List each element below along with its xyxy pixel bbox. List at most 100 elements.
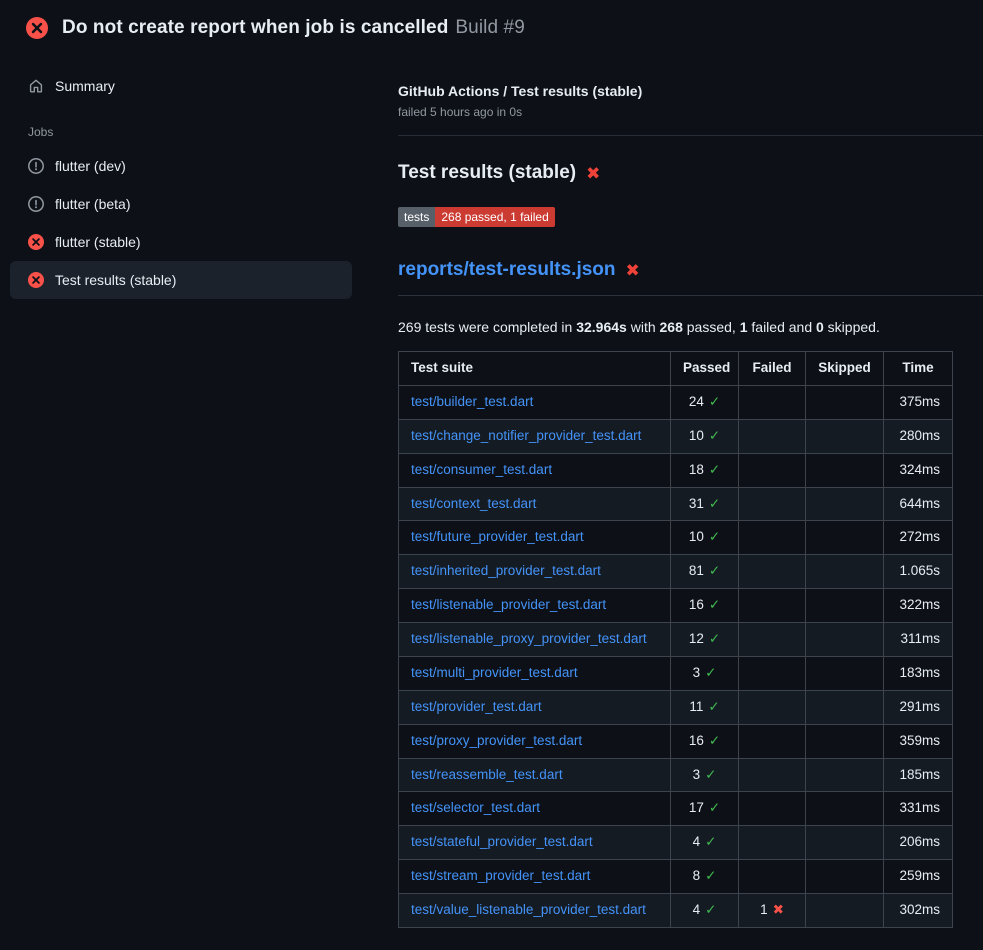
failed-cell: [739, 521, 806, 555]
sidebar-item-test-results-stable[interactable]: Test results (stable): [10, 261, 352, 299]
failed-cell: [739, 656, 806, 690]
failed-cell: [739, 826, 806, 860]
time-cell: 259ms: [884, 860, 953, 894]
run-status-text: failed 5 hours ago in 0s: [398, 105, 952, 119]
check-icon: ✓: [705, 868, 716, 883]
test-suite-link[interactable]: test/future_provider_test.dart: [411, 529, 584, 544]
sidebar-item-flutter-dev[interactable]: flutter (dev): [10, 147, 352, 185]
check-icon: ✓: [709, 631, 720, 646]
skipped-cell: [806, 894, 884, 928]
check-icon: ✓: [709, 394, 720, 409]
suite-cell: test/listenable_provider_test.dart: [399, 589, 671, 623]
report-file-link[interactable]: reports/test-results.json: [398, 259, 616, 281]
skipped-cell: [806, 656, 884, 690]
passed-cell: 4✓: [671, 894, 739, 928]
sidebar-item-flutter-beta[interactable]: flutter (beta): [10, 185, 352, 223]
summary-text-segment: 269 tests were completed in: [398, 319, 576, 335]
test-suite-link[interactable]: test/inherited_provider_test.dart: [411, 563, 601, 578]
passed-cell: 3✓: [671, 758, 739, 792]
test-suite-link[interactable]: test/context_test.dart: [411, 496, 536, 511]
time-cell: 183ms: [884, 656, 953, 690]
test-suite-link[interactable]: test/stateful_provider_test.dart: [411, 834, 593, 849]
check-icon: ✓: [705, 665, 716, 680]
check-icon: ✓: [705, 902, 716, 917]
summary-text-segment: 0: [816, 319, 824, 335]
skipped-cell: [806, 860, 884, 894]
test-suite-link[interactable]: test/builder_test.dart: [411, 394, 533, 409]
table-row: test/change_notifier_provider_test.dart1…: [399, 419, 953, 453]
skipped-cell: [806, 792, 884, 826]
table-row: test/listenable_provider_test.dart16✓322…: [399, 589, 953, 623]
check-icon: ✓: [709, 800, 720, 815]
test-suite-link[interactable]: test/listenable_proxy_provider_test.dart: [411, 631, 647, 646]
time-cell: 291ms: [884, 690, 953, 724]
test-suite-link[interactable]: test/change_notifier_provider_test.dart: [411, 428, 641, 443]
suite-cell: test/context_test.dart: [399, 487, 671, 521]
suite-cell: test/reassemble_test.dart: [399, 758, 671, 792]
section-divider: [398, 135, 983, 136]
time-cell: 375ms: [884, 385, 953, 419]
failed-cell: [739, 453, 806, 487]
check-icon: ✓: [709, 496, 720, 511]
time-cell: 302ms: [884, 894, 953, 928]
time-cell: 322ms: [884, 589, 953, 623]
test-suite-link[interactable]: test/stream_provider_test.dart: [411, 868, 590, 883]
failed-cell: [739, 419, 806, 453]
page-title: Do not create report when job is cancell…: [62, 17, 525, 39]
check-icon: ✓: [705, 834, 716, 849]
failed-cell: [739, 589, 806, 623]
test-suite-link[interactable]: test/consumer_test.dart: [411, 462, 552, 477]
app-header: Do not create report when job is cancell…: [0, 0, 983, 51]
sidebar-item-summary[interactable]: Summary: [10, 67, 352, 105]
table-row: test/context_test.dart31✓644ms: [399, 487, 953, 521]
check-icon: ✓: [709, 597, 720, 612]
test-suite-link[interactable]: test/value_listenable_provider_test.dart: [411, 902, 646, 917]
jobs-section-label: Jobs: [10, 105, 352, 147]
x-circle-icon: [28, 272, 44, 288]
suite-cell: test/multi_provider_test.dart: [399, 656, 671, 690]
passed-count: 3: [693, 665, 701, 680]
passed-cell: 10✓: [671, 521, 739, 555]
table-row: test/stream_provider_test.dart8✓259ms: [399, 860, 953, 894]
table-row: test/proxy_provider_test.dart16✓359ms: [399, 724, 953, 758]
check-icon: ✓: [709, 428, 720, 443]
breadcrumb: GitHub Actions / Test results (stable): [398, 83, 952, 99]
sidebar-job-list: flutter (dev) flutter (beta) flutter (st…: [10, 147, 352, 299]
table-row: test/multi_provider_test.dart 3 ✓ 183ms: [399, 656, 953, 690]
passed-count: 3: [693, 767, 701, 782]
test-suite-link[interactable]: test/listenable_provider_test.dart: [411, 597, 606, 612]
run-title: Do not create report when job is cancell…: [62, 17, 448, 38]
summary-text-segment: 268: [660, 319, 683, 335]
test-suite-link[interactable]: test/reassemble_test.dart: [411, 767, 563, 782]
sidebar-item-flutter-stable[interactable]: flutter (stable): [10, 223, 352, 261]
badge-label: tests: [398, 207, 435, 227]
test-suite-link[interactable]: test/proxy_provider_test.dart: [411, 733, 582, 748]
passed-count: 4: [693, 834, 701, 849]
failed-cell: [739, 792, 806, 826]
page-layout: Summary Jobs flutter (dev) flutter (beta…: [0, 51, 983, 928]
passed-count: 12: [689, 631, 704, 646]
check-icon: ✓: [705, 767, 716, 782]
passed-count: 24: [689, 394, 704, 409]
x-icon: ✖: [773, 902, 784, 917]
passed-count: 10: [689, 529, 704, 544]
test-suite-link[interactable]: test/multi_provider_test.dart: [411, 665, 578, 680]
table-row: test/listenable_proxy_provider_test.dart…: [399, 623, 953, 657]
time-cell: 331ms: [884, 792, 953, 826]
column-header-skipped: Skipped: [806, 352, 884, 386]
table-row: test/inherited_provider_test.dart81✓1.06…: [399, 555, 953, 589]
failed-cell: [739, 385, 806, 419]
summary-text-segment: passed,: [683, 319, 740, 335]
tests-badge: tests 268 passed, 1 failed: [398, 207, 555, 227]
suite-cell: test/stateful_provider_test.dart: [399, 826, 671, 860]
test-suite-link[interactable]: test/provider_test.dart: [411, 699, 542, 714]
check-icon: ✓: [708, 699, 719, 714]
test-suite-link[interactable]: test/selector_test.dart: [411, 800, 540, 815]
summary-text-segment: 32.964s: [576, 319, 627, 335]
suite-cell: test/stream_provider_test.dart: [399, 860, 671, 894]
summary-line: 269 tests were completed in 32.964s with…: [398, 319, 952, 335]
suite-cell: test/listenable_proxy_provider_test.dart: [399, 623, 671, 657]
failed-cell: 1✖: [739, 894, 806, 928]
passed-cell: 31✓: [671, 487, 739, 521]
suite-cell: test/value_listenable_provider_test.dart: [399, 894, 671, 928]
